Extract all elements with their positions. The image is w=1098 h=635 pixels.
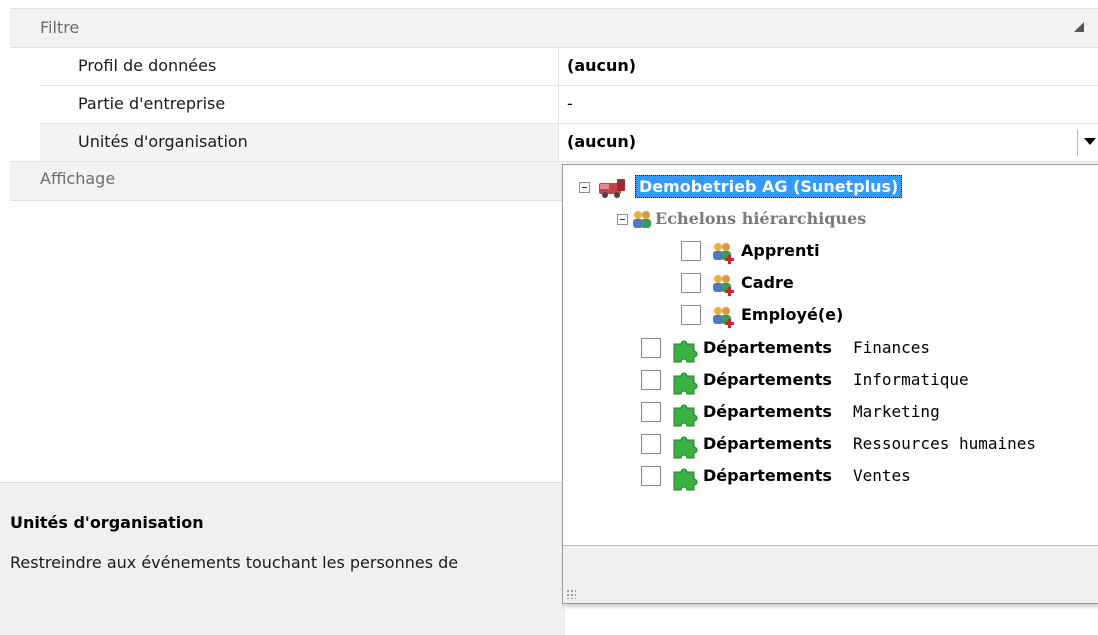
- company-truck-icon: [599, 179, 625, 198]
- row-value[interactable]: (aucun): [567, 56, 636, 75]
- department-name-label[interactable]: Informatique: [853, 370, 969, 389]
- department-type-label[interactable]: Départements: [703, 434, 832, 453]
- department-name-label[interactable]: Finances: [853, 338, 930, 357]
- row-value[interactable]: -: [567, 94, 573, 113]
- dropdown-separator: [1077, 130, 1078, 156]
- department-name-label[interactable]: Ressources humaines: [853, 434, 1036, 453]
- description-text: Restreindre aux événements touchant les …: [10, 553, 459, 572]
- org-units-dropdown-popup: Demobetrieb AG (Sunetplus) Echelons hiér…: [562, 164, 1098, 604]
- department-type-label[interactable]: Départements: [703, 338, 832, 357]
- people-group-icon: [633, 211, 651, 228]
- people-add-icon: [713, 307, 734, 328]
- description-pane: Unités d'organisation Restreindre aux év…: [0, 482, 565, 635]
- puzzle-icon: [673, 468, 698, 491]
- checkbox[interactable]: [641, 434, 661, 454]
- category-filtre[interactable]: Filtre: [10, 8, 1098, 48]
- column-divider: [558, 124, 559, 161]
- people-add-icon: [713, 275, 734, 296]
- row-value[interactable]: (aucun): [567, 132, 636, 151]
- tree-node-level-label[interactable]: Employé(e): [741, 305, 843, 324]
- people-add-icon: [713, 243, 734, 264]
- row-name: Profil de données: [78, 56, 217, 75]
- department-type-label[interactable]: Départements: [703, 402, 832, 421]
- tree-node-level-label[interactable]: Cadre: [741, 273, 794, 292]
- puzzle-icon: [673, 436, 698, 459]
- collapse-arrow-icon[interactable]: [1074, 22, 1084, 32]
- department-name-label[interactable]: Marketing: [853, 402, 940, 421]
- description-title: Unités d'organisation: [10, 513, 204, 532]
- category-affichage-label: Affichage: [40, 169, 116, 188]
- checkbox[interactable]: [641, 370, 661, 390]
- puzzle-icon: [673, 404, 698, 427]
- row-name: Unités d'organisation: [78, 132, 248, 151]
- checkbox[interactable]: [681, 241, 701, 261]
- tree-node-root-label[interactable]: Demobetrieb AG (Sunetplus): [635, 175, 903, 198]
- checkbox[interactable]: [681, 305, 701, 325]
- collapse-toggle-icon[interactable]: [617, 214, 628, 225]
- tree-node-echelons-label[interactable]: Echelons hiérarchiques: [655, 209, 866, 228]
- dropdown-arrow-icon[interactable]: [1084, 138, 1096, 145]
- collapse-toggle-icon[interactable]: [579, 182, 590, 193]
- puzzle-icon: [673, 340, 698, 363]
- column-divider: [558, 86, 559, 123]
- tree-node-level-label[interactable]: Apprenti: [741, 241, 820, 260]
- row-profil-de-donnees[interactable]: Profil de données (aucun): [40, 48, 1098, 86]
- row-partie-d-entreprise[interactable]: Partie d'entreprise -: [40, 86, 1098, 124]
- checkbox[interactable]: [641, 402, 661, 422]
- department-type-label[interactable]: Départements: [703, 370, 832, 389]
- category-filtre-label: Filtre: [40, 18, 80, 37]
- department-name-label[interactable]: Ventes: [853, 466, 911, 485]
- checkbox[interactable]: [641, 338, 661, 358]
- checkbox[interactable]: [681, 273, 701, 293]
- row-name: Partie d'entreprise: [78, 94, 226, 113]
- column-divider: [558, 48, 559, 85]
- checkbox[interactable]: [641, 466, 661, 486]
- popup-footer: [563, 545, 1098, 603]
- department-type-label[interactable]: Départements: [703, 466, 832, 485]
- resize-grip-icon[interactable]: [566, 589, 576, 599]
- row-unites-d-organisation[interactable]: Unités d'organisation (aucun): [40, 124, 1098, 162]
- puzzle-icon: [673, 372, 698, 395]
